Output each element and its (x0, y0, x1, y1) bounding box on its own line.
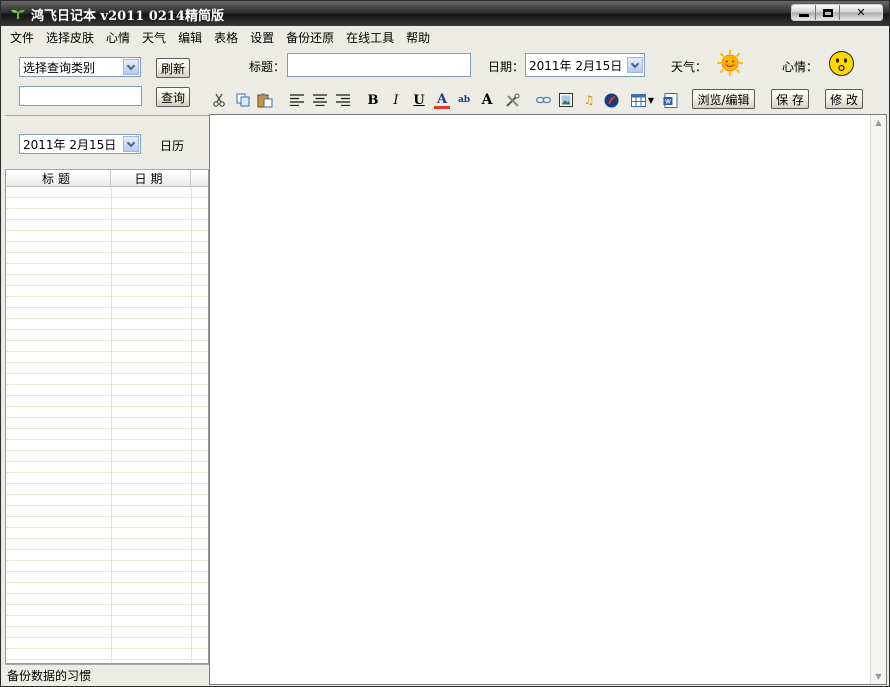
window-title: 鸿飞日记本 v2011 0214精简版 (31, 9, 224, 24)
mood-face-icon[interactable] (828, 50, 855, 77)
column-divider (191, 187, 192, 663)
title-bar[interactable]: 鸿飞日记本 v2011 0214精简版 ✕ (1, 1, 889, 26)
app-icon (11, 9, 25, 19)
menu-mood[interactable]: 心情 (106, 29, 130, 46)
highlight-icon[interactable]: ab (456, 92, 472, 108)
title-input[interactable] (287, 53, 471, 77)
list-body[interactable] (6, 187, 208, 663)
italic-icon[interactable]: I (388, 92, 404, 108)
modify-button[interactable]: 修 改 (825, 89, 863, 109)
menu-backup[interactable]: 备份还原 (286, 29, 334, 46)
scroll-down-icon[interactable]: ▼ (873, 671, 884, 682)
music-icon[interactable]: ♫ (581, 92, 597, 108)
paste-icon[interactable] (257, 92, 273, 108)
category-select[interactable]: 选择查询类别 (19, 57, 141, 77)
menu-skin[interactable]: 选择皮肤 (46, 29, 94, 46)
menu-edit[interactable]: 编辑 (178, 29, 202, 46)
search-input[interactable] (19, 86, 142, 106)
column-header-title[interactable]: 标题 (6, 170, 111, 187)
table-dropdown-icon[interactable]: ▼ (647, 92, 655, 108)
date-picker-left[interactable]: 2011年 2月15日 (19, 134, 141, 154)
minimize-button[interactable] (792, 5, 816, 20)
refresh-button[interactable]: 刷新 (156, 58, 190, 78)
link-icon[interactable] (535, 92, 551, 108)
menu-online-tools[interactable]: 在线工具 (346, 29, 394, 46)
title-label: 标题： (249, 60, 286, 74)
query-panel: 选择查询类别 刷新 查询 (5, 49, 209, 113)
minimize-icon (792, 5, 815, 20)
align-right-icon[interactable] (335, 92, 351, 108)
entries-list[interactable]: 标题 日期 (5, 170, 209, 664)
chevron-down-icon[interactable] (627, 57, 643, 73)
date-picker-value: 2011年 2月15日 (529, 59, 623, 73)
copy-icon[interactable] (235, 92, 251, 108)
tools-icon[interactable] (504, 92, 520, 108)
date-picker[interactable]: 2011年 2月15日 (525, 53, 645, 77)
image-icon[interactable] (558, 92, 574, 108)
svg-text:W: W (665, 99, 671, 105)
menu-settings[interactable]: 设置 (250, 29, 274, 46)
date-picker-left-value: 2011年 2月15日 (23, 138, 117, 152)
word-icon[interactable]: W (662, 92, 678, 108)
query-button[interactable]: 查询 (156, 87, 190, 107)
weather-label: 天气： (671, 60, 708, 74)
close-icon: ✕ (856, 6, 866, 19)
underline-icon[interactable]: U (411, 92, 427, 108)
cut-icon[interactable] (211, 92, 227, 108)
font-color-icon[interactable]: A (434, 92, 450, 109)
save-button[interactable]: 保 存 (771, 89, 809, 109)
scroll-up-icon[interactable]: ▲ (873, 117, 884, 128)
status-bar: 备份数据的习惯 (5, 664, 209, 684)
align-left-icon[interactable] (289, 92, 305, 108)
vertical-scrollbar[interactable]: ▲ ▼ (870, 115, 886, 684)
align-center-icon[interactable] (312, 92, 328, 108)
menu-weather[interactable]: 天气 (142, 29, 166, 46)
menu-file[interactable]: 文件 (10, 29, 34, 46)
menu-bar: 文件 选择皮肤 心情 天气 编辑 表格 设置 备份还原 在线工具 帮助 (2, 27, 888, 47)
mood-label: 心情： (782, 60, 819, 74)
sun-weather-icon[interactable] (716, 49, 744, 77)
chevron-down-icon[interactable] (123, 59, 139, 75)
table-icon[interactable] (630, 92, 646, 108)
window-controls: ✕ (791, 4, 883, 21)
browse-edit-button[interactable]: 浏览/编辑 (692, 89, 755, 109)
column-divider (111, 187, 112, 663)
flash-icon[interactable] (603, 92, 619, 108)
bold-icon[interactable]: B (365, 92, 381, 108)
menu-help[interactable]: 帮助 (406, 29, 430, 46)
maximize-icon (816, 5, 839, 20)
app-window: 鸿飞日记本 v2011 0214精简版 ✕ 文件 选择皮肤 心情 天气 编辑 表… (0, 0, 890, 687)
list-header: 标题 日期 (6, 170, 208, 187)
close-button[interactable]: ✕ (840, 5, 882, 20)
menu-table[interactable]: 表格 (214, 29, 238, 46)
font-size-icon[interactable]: A (479, 92, 495, 108)
editor-area[interactable]: ▲ ▼ (209, 114, 887, 685)
chevron-down-icon[interactable] (123, 136, 139, 152)
maximize-button[interactable] (816, 5, 840, 20)
format-toolbar: B I U A ab A ♫ ▼ W 浏览/编辑 保 存 修 改 (209, 88, 881, 112)
calendar-label[interactable]: 日历 (160, 137, 184, 154)
calendar-panel: 2011年 2月15日 日历 (5, 115, 209, 170)
category-select-value: 选择查询类别 (23, 61, 96, 75)
date-label: 日期： (488, 60, 525, 74)
column-header-date[interactable]: 日期 (111, 170, 191, 187)
